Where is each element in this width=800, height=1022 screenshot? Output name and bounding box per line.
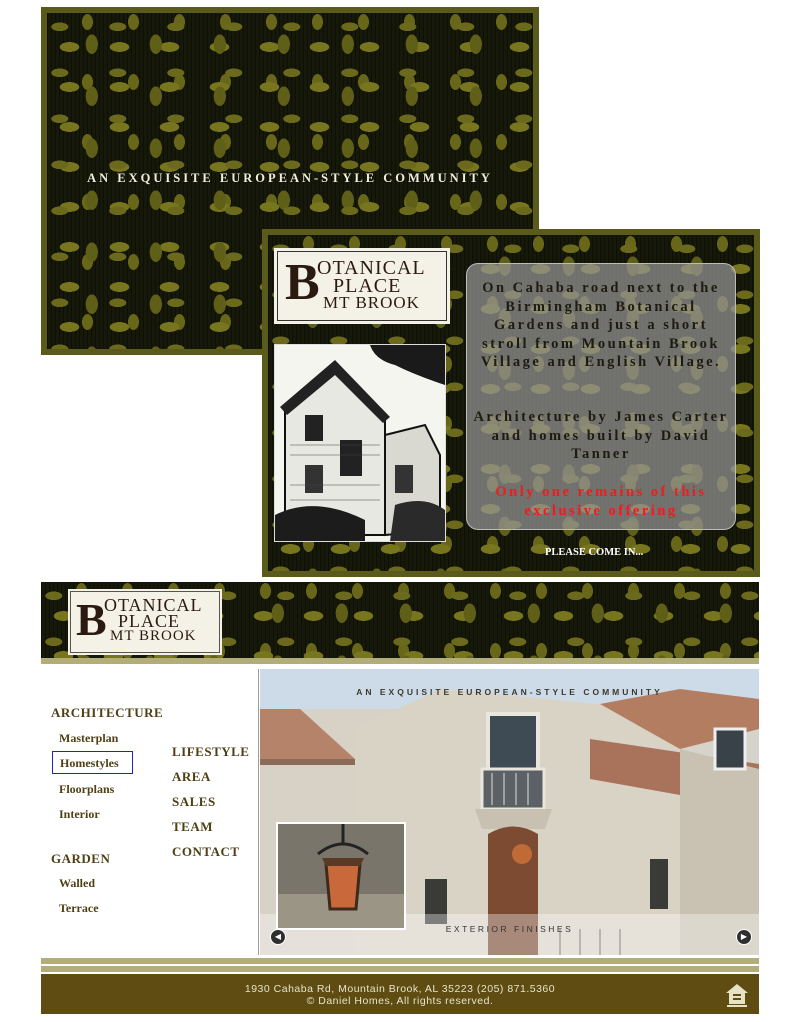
- architect-description: Architecture by James Carter and homes b…: [473, 409, 729, 463]
- site-footer: 1930 Cahaba Rd, Mountain Brook, AL 35223…: [41, 974, 759, 1014]
- footer-address: 1930 Cahaba Rd, Mountain Brook, AL 35223…: [244, 983, 556, 995]
- arrow-right-icon[interactable]: ▶: [736, 929, 752, 945]
- nav-interior[interactable]: Interior: [59, 807, 100, 822]
- nav-contact[interactable]: CONTACT: [172, 844, 240, 860]
- site-logo[interactable]: B OTANICAL PLACE MT BROOK: [68, 589, 222, 655]
- lantern-detail-image: [276, 822, 406, 930]
- offer-notice: Only one remains of this exclusive offer…: [495, 484, 707, 519]
- nav-terrace[interactable]: Terrace: [59, 901, 99, 916]
- footer-rule-1: [41, 958, 759, 964]
- logo-line3: MT BROOK: [110, 628, 197, 644]
- nav-area[interactable]: AREA: [172, 769, 211, 785]
- house-sketch-image: [274, 344, 446, 542]
- nav-homestyles[interactable]: Homestyles: [60, 756, 119, 771]
- splash-tagline: AN EXQUISITE EUROPEAN-STYLE COMMUNITY: [87, 171, 493, 185]
- logo-initial: B: [76, 594, 107, 645]
- nav-divider: [258, 669, 259, 955]
- nav-walled[interactable]: Walled: [59, 876, 95, 891]
- logo-line3: MT BROOK: [323, 293, 420, 312]
- header-divider: [41, 658, 759, 664]
- nav-garden[interactable]: GARDEN: [51, 851, 110, 867]
- nav-team[interactable]: TEAM: [172, 819, 213, 835]
- nav-architecture[interactable]: ARCHITECTURE: [51, 705, 163, 721]
- arrow-left-icon[interactable]: ◀: [270, 929, 286, 945]
- nav-floorplans[interactable]: Floorplans: [59, 782, 114, 797]
- enter-site-link[interactable]: PLEASE COME IN...: [545, 547, 643, 558]
- description-box: On Cahaba road next to the Birmingham Bo…: [466, 263, 736, 530]
- hero-tagline: AN EXQUISITE EUROPEAN-STYLE COMMUNITY: [356, 687, 663, 697]
- footer-rule-2: [41, 966, 759, 972]
- nav-masterplan[interactable]: Masterplan: [59, 731, 118, 746]
- logo-initial: B: [285, 254, 320, 311]
- nav-sales[interactable]: SALES: [172, 794, 216, 810]
- footer-copyright: © Daniel Homes, All rights reserved.: [306, 995, 494, 1007]
- equal-housing-icon: [724, 982, 750, 1008]
- splash-logo: B OTANICAL PLACE MT BROOK: [274, 248, 450, 324]
- location-description: On Cahaba road next to the Birmingham Bo…: [480, 280, 722, 371]
- nav-lifestyle[interactable]: LIFESTYLE: [172, 744, 249, 760]
